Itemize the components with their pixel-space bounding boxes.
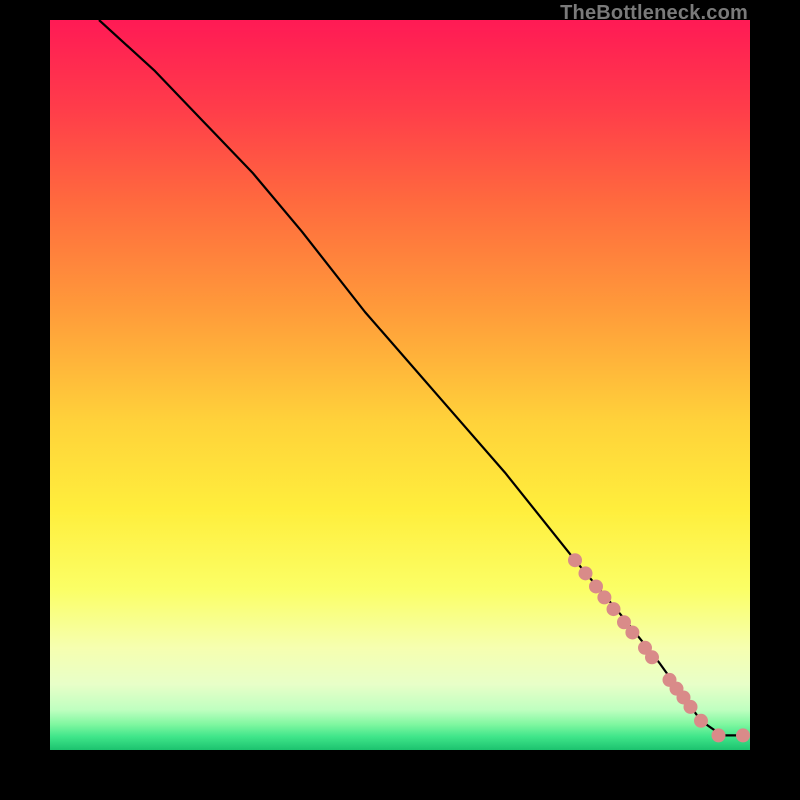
data-point xyxy=(625,625,639,639)
data-point xyxy=(645,650,659,664)
gradient-background xyxy=(50,20,750,750)
data-point xyxy=(694,714,708,728)
data-point xyxy=(736,728,750,742)
chart-container: TheBottleneck.com xyxy=(0,0,800,800)
data-point xyxy=(684,700,698,714)
data-point xyxy=(607,602,621,616)
data-point xyxy=(597,590,611,604)
chart-svg xyxy=(50,20,750,750)
data-point xyxy=(568,553,582,567)
data-point xyxy=(579,566,593,580)
data-point xyxy=(712,728,726,742)
plot-area xyxy=(50,20,750,750)
